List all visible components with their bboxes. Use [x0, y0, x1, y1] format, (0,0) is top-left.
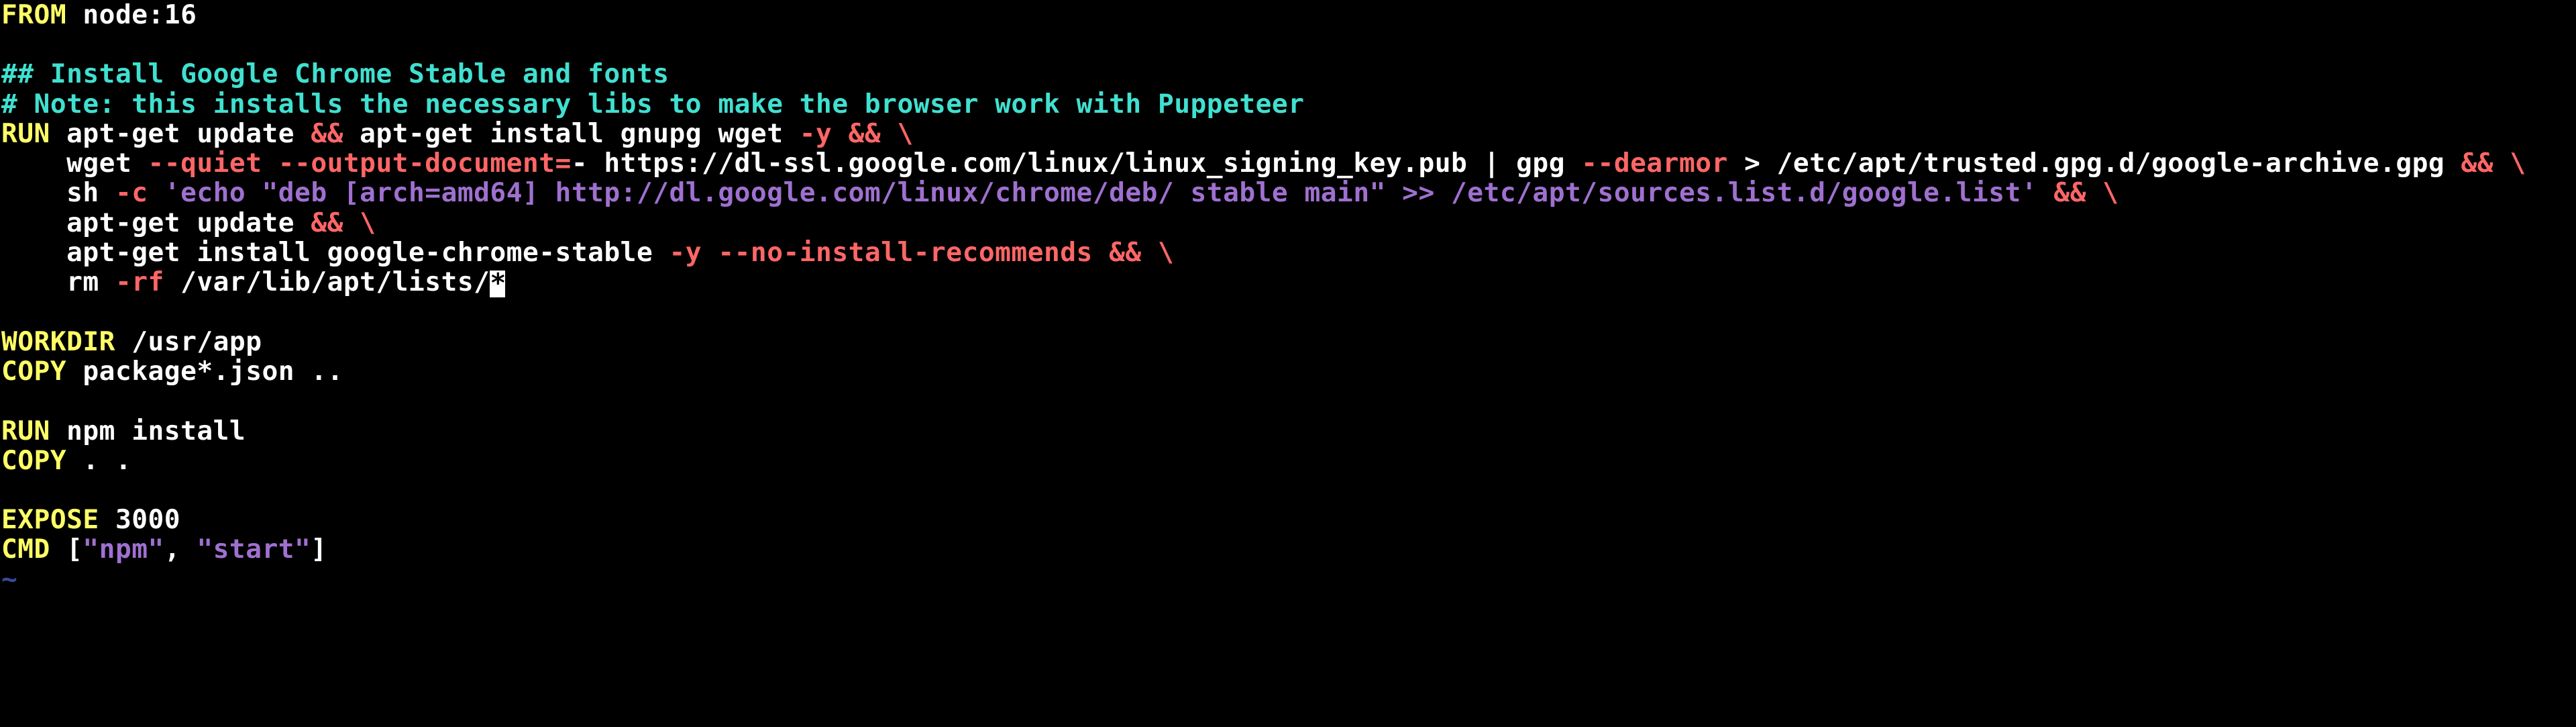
- flag: -rf: [115, 266, 164, 297]
- keyword-cmd: CMD: [1, 534, 50, 565]
- flag: -y --no-install-recommends: [669, 237, 1093, 268]
- text: 3000: [99, 504, 180, 535]
- line-sh: sh -c 'echo "deb [arch=amd64] http://dl.…: [1, 177, 2119, 208]
- text: apt-get update: [66, 207, 311, 238]
- indent: [1, 148, 66, 179]
- line-continuation: \: [2510, 148, 2526, 179]
- text: apt-get install gnupg wget: [343, 118, 800, 149]
- text: /var/lib/apt/lists/: [164, 266, 490, 297]
- line-copy: COPY . .: [1, 445, 131, 476]
- text: [: [66, 534, 83, 565]
- indent: [1, 266, 66, 297]
- text: [881, 118, 897, 149]
- text: ,: [164, 534, 197, 565]
- keyword-run: RUN: [1, 416, 50, 446]
- line-rm: rm -rf /var/lib/apt/lists/*: [1, 266, 505, 297]
- text: /usr/app: [115, 326, 262, 357]
- text: npm install: [50, 416, 246, 446]
- line-continuation: \: [1158, 237, 1174, 268]
- dockerfile-code-block: FROM node:16 ## Install Google Chrome St…: [0, 0, 2576, 594]
- text: [2493, 148, 2510, 179]
- vim-tilde: ~: [1, 564, 17, 595]
- string-literal: "start": [197, 534, 311, 565]
- line-apt-install-chrome: apt-get install google-chrome-stable -y …: [1, 237, 1174, 268]
- line-run-apt: RUN apt-get update && apt-get install gn…: [1, 118, 914, 149]
- line-continuation: \: [897, 118, 913, 149]
- indent: [1, 177, 66, 208]
- text: [343, 207, 360, 238]
- line-cmd: CMD ["npm", "start"]: [1, 534, 327, 565]
- text: [50, 534, 66, 565]
- operator: &&: [311, 207, 343, 238]
- text: > /etc/apt/trusted.gpg.d/google-archive.…: [1728, 148, 2461, 179]
- text: . .: [66, 445, 131, 476]
- line-wget: wget --quiet --output-document=- https:/…: [1, 148, 2526, 179]
- operator: &&: [849, 118, 881, 149]
- line-copy: COPY package*.json ..: [1, 356, 343, 387]
- operator: &&: [2461, 148, 2493, 179]
- flag: -c: [115, 177, 148, 208]
- text: wget: [66, 148, 148, 179]
- operator: &&: [2053, 177, 2086, 208]
- keyword-copy: COPY: [1, 356, 66, 387]
- comment-line: ## Install Google Chrome Stable and font…: [1, 58, 669, 89]
- flag: --quiet --output-document=: [148, 148, 572, 179]
- text: rm: [66, 266, 115, 297]
- line-run-npm: RUN npm install: [1, 416, 246, 446]
- line-apt-update: apt-get update && \: [1, 207, 376, 238]
- text: apt-get update: [50, 118, 311, 149]
- flag: --dearmor: [1581, 148, 1728, 179]
- text: [2037, 177, 2053, 208]
- line-continuation: \: [360, 207, 376, 238]
- line-from: FROM node:16: [1, 0, 197, 30]
- text: node:16: [66, 0, 197, 30]
- text: apt-get install google-chrome-stable: [66, 237, 669, 268]
- indent: [1, 237, 66, 268]
- cursor-block: *: [490, 271, 505, 297]
- keyword-copy: COPY: [1, 445, 66, 476]
- keyword-run: RUN: [1, 118, 50, 149]
- text: - https://dl-ssl.google.com/linux/linux_…: [572, 148, 1581, 179]
- text: [832, 118, 848, 149]
- text: [1142, 237, 1158, 268]
- flag: -y: [800, 118, 833, 149]
- operator: &&: [1109, 237, 1142, 268]
- keyword-workdir: WORKDIR: [1, 326, 115, 357]
- comment-line: # Note: this installs the necessary libs…: [1, 89, 1304, 119]
- text: package*.json ..: [66, 356, 343, 387]
- text: sh: [66, 177, 115, 208]
- line-workdir: WORKDIR /usr/app: [1, 326, 262, 357]
- string-literal: 'echo "deb [arch=amd64] http://dl.google…: [164, 177, 2037, 208]
- line-expose: EXPOSE 3000: [1, 504, 180, 535]
- line-continuation: \: [2102, 177, 2118, 208]
- keyword-from: FROM: [1, 0, 66, 30]
- text: [148, 177, 164, 208]
- text: ]: [311, 534, 327, 565]
- indent: [1, 207, 66, 238]
- text: [1093, 237, 1109, 268]
- operator: &&: [311, 118, 343, 149]
- string-literal: "npm": [83, 534, 164, 565]
- text: [2086, 177, 2102, 208]
- keyword-expose: EXPOSE: [1, 504, 99, 535]
